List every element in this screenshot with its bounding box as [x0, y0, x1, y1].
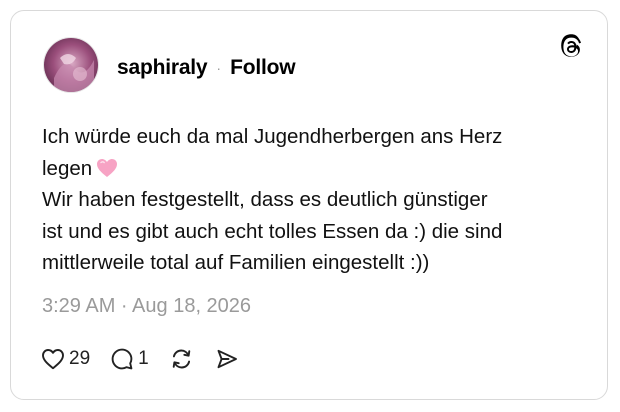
reply-button[interactable]: 1	[110, 347, 149, 371]
post-body: Ich würde euch da mal Jugendherbergen an…	[42, 121, 582, 279]
like-button[interactable]: 29	[41, 348, 90, 370]
pink-heart-emoji-icon	[96, 156, 118, 177]
post-text-line: mittlerweile total auf Familien eingeste…	[42, 251, 430, 274]
follow-button[interactable]: Follow	[230, 56, 295, 80]
action-bar: 29 1	[41, 345, 259, 373]
post-text-line: Wir haben festgestellt, dass es deutlich…	[42, 188, 488, 211]
threads-logo-icon[interactable]	[557, 33, 585, 61]
post-text-line-with-emoji: legen	[42, 153, 582, 185]
post-text-line: Ich würde euch da mal Jugendherbergen an…	[42, 125, 503, 148]
repost-icon	[172, 349, 190, 369]
heart-icon	[42, 349, 64, 370]
post-card: saphiraly · Follow Ich würde euch da mal…	[10, 10, 608, 400]
post-text-line: legen	[42, 156, 93, 180]
post-text-line: ist und es gibt auch echt tolles Essen d…	[42, 219, 503, 243]
comment-icon	[111, 348, 133, 370]
header-separator: ·	[216, 60, 222, 76]
avatar-image	[44, 38, 98, 92]
repost-button[interactable]	[169, 347, 195, 371]
share-button[interactable]	[215, 347, 239, 371]
share-icon	[217, 349, 237, 369]
post-header: saphiraly · Follow	[117, 55, 296, 81]
like-count: 29	[69, 348, 91, 369]
username[interactable]: saphiraly	[117, 56, 208, 80]
post-timestamp[interactable]: 3:29 AM · Aug 18, 2026	[42, 295, 251, 318]
avatar[interactable]	[43, 37, 99, 93]
reply-count: 1	[138, 348, 149, 369]
